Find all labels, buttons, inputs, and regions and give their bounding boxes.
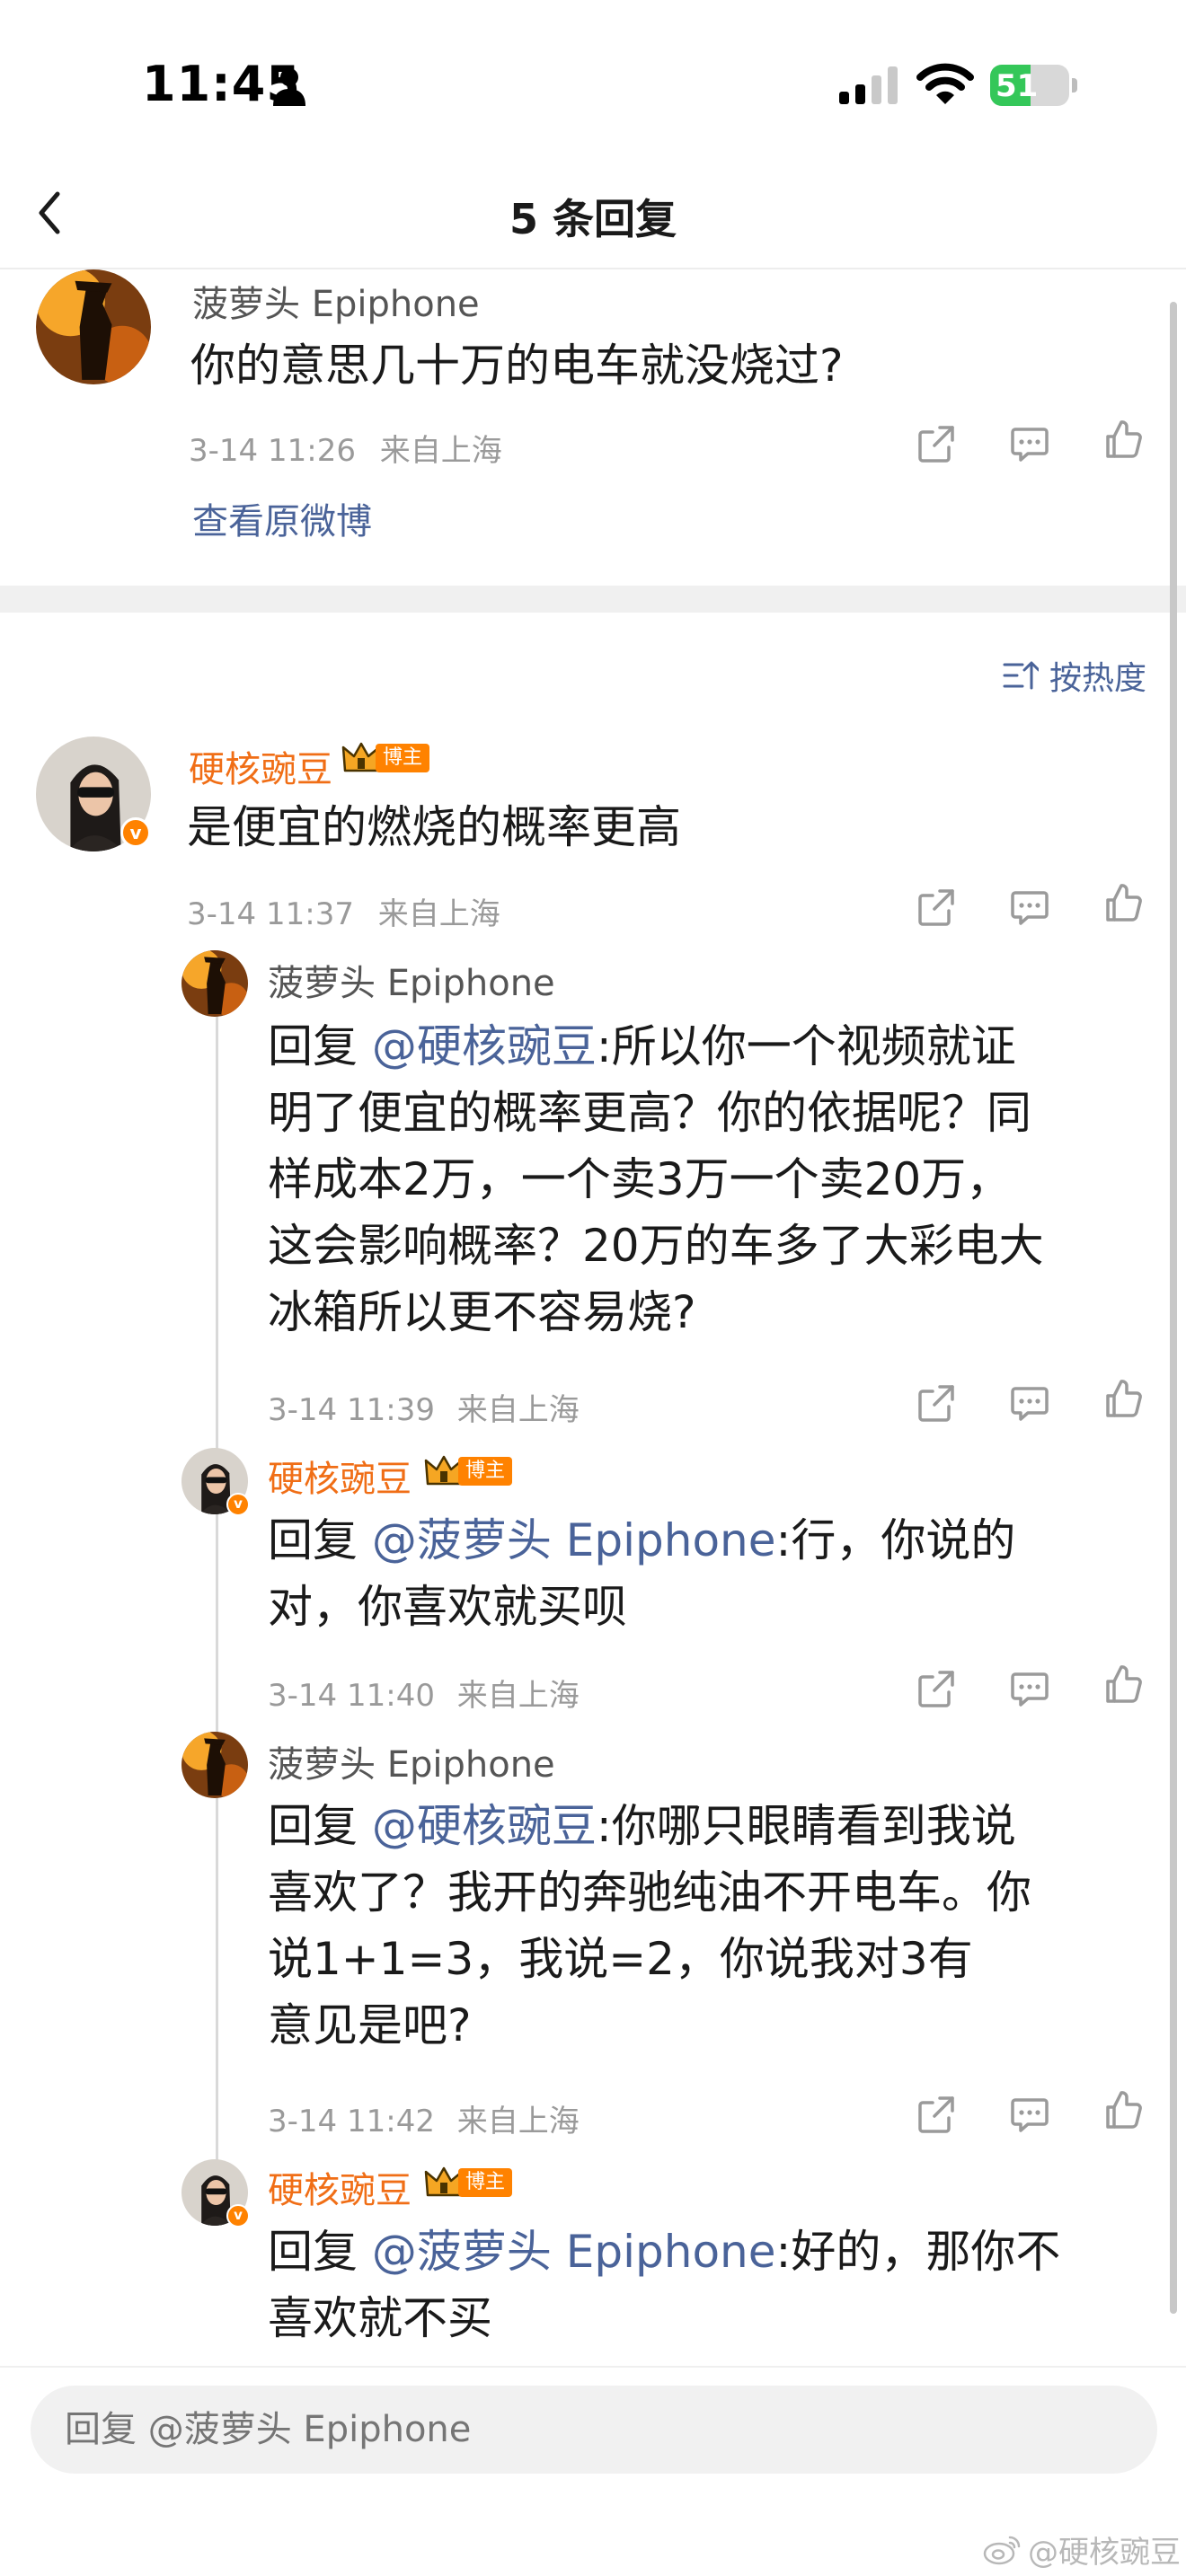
sub-reply-line: 回复 @菠萝头 Epiphone:行，你说的	[268, 1507, 1015, 1574]
avatar-epiphone[interactable]	[181, 950, 248, 1017]
thread-line	[216, 1010, 218, 2177]
share-icon[interactable]	[915, 886, 958, 929]
sub-reply-meta: 3-14 11:42 来自上海	[268, 2096, 580, 2140]
blogger-badge-label: 博主	[376, 744, 430, 772]
sub-reply-location: 来自上海	[456, 1678, 580, 1714]
battery-indicator: 51	[990, 65, 1077, 106]
root-comment-time: 3-14 11:26	[189, 433, 356, 469]
reply-line: 冰箱所以更不容易烧?	[268, 1286, 696, 1338]
mention-link[interactable]: @硬核豌豆	[372, 1020, 597, 1072]
comment-icon[interactable]	[1008, 422, 1051, 465]
blogger-badge: 博主	[424, 2166, 513, 2199]
mention-link[interactable]: @菠萝头 Epiphone	[372, 2226, 776, 2278]
reply-line: 明了便宜的概率更高？你的依据呢？同	[268, 1087, 1031, 1139]
reply-line: 样成本2万，一个卖3万一个卖20万，	[268, 1153, 1012, 1205]
reply-username[interactable]: 硬核豌豆	[189, 740, 332, 792]
like-icon[interactable]	[1102, 882, 1145, 925]
reply-line: 这会影响概率？20万的车多了大彩电大	[268, 1220, 1044, 1272]
watermark: @硬核豌豆	[983, 2527, 1181, 2572]
root-comment-location: 来自上海	[379, 433, 502, 469]
battery-level: 51	[996, 68, 1039, 104]
sub-reply-username[interactable]: 菠萝头 Epiphone	[268, 954, 555, 1006]
reply-line: 意见是吧?	[268, 1999, 472, 2051]
sub-reply-line: 回复 @硬核豌豆:所以你一个视频就证	[268, 1013, 1044, 1080]
root-comment-text: 你的意思几十万的电车就没烧过?	[190, 340, 844, 392]
sub-reply-line: 回复 @菠萝头 Epiphone:好的，那你不	[268, 2219, 1060, 2285]
reply-line: :你哪只眼睛看到我说	[596, 1800, 1016, 1852]
view-original-link[interactable]: 查看原微博	[192, 492, 372, 544]
wifi-icon	[916, 63, 974, 104]
sort-label: 按热度	[1049, 660, 1147, 697]
share-icon[interactable]	[915, 1667, 958, 1710]
mention-link[interactable]: @硬核豌豆	[372, 1800, 597, 1852]
reply-input-bar: @硬核豌豆	[0, 2366, 1186, 2576]
sub-reply-text: 回复 @硬核豌豆:所以你一个视频就证 明了便宜的概率更高？你的依据呢？同 样成本…	[268, 1013, 1044, 1345]
sub-reply-username[interactable]: 硬核豌豆	[268, 2161, 412, 2213]
root-comment-meta: 3-14 11:26 来自上海	[189, 426, 502, 470]
sub-reply-username[interactable]: 硬核豌豆	[268, 1450, 412, 1502]
reply-line: 喜欢就不买	[268, 2292, 492, 2344]
sub-reply-text: 回复 @菠萝头 Epiphone:好的，那你不 喜欢就不买	[268, 2219, 1060, 2351]
blogger-badge-label: 博主	[458, 2168, 513, 2197]
reply-input[interactable]	[31, 2386, 1157, 2474]
cellular-signal-icon	[839, 66, 898, 104]
watermark-text: @硬核豌豆	[1028, 2535, 1181, 2571]
reply-line: :好的，那你不	[775, 2226, 1061, 2278]
sub-reply-line: 回复 @硬核豌豆:你哪只眼睛看到我说	[268, 1793, 1031, 1859]
sub-reply-text: 回复 @硬核豌豆:你哪只眼睛看到我说 喜欢了？我开的奔驰纯油不开电车。你 说1+…	[268, 1793, 1031, 2059]
share-icon[interactable]	[915, 422, 958, 465]
reply-location: 来自上海	[377, 896, 500, 932]
reply-time: 3-14 11:37	[187, 896, 354, 932]
sub-reply-location: 来自上海	[456, 2104, 580, 2139]
reply-prefix: 回复	[268, 1020, 372, 1072]
reply-line: :所以你一个视频就证	[596, 1020, 1016, 1072]
like-icon[interactable]	[1102, 1378, 1145, 1421]
verified-badge-icon: v	[120, 817, 151, 848]
status-bar: 11:45 51	[0, 0, 1186, 162]
verified-badge-icon: v	[226, 2204, 250, 2228]
root-username[interactable]: 菠萝头 Epiphone	[192, 275, 480, 327]
avatar-epiphone[interactable]	[36, 269, 151, 384]
page-title: 5 条回复	[509, 195, 677, 243]
comment-icon[interactable]	[1008, 886, 1051, 929]
person-icon	[273, 68, 305, 106]
reply-line: 喜欢了？我开的奔驰纯油不开电车。你	[268, 1866, 1031, 1919]
weibo-logo-icon	[983, 2536, 1021, 2564]
blogger-badge: 博主	[341, 742, 430, 774]
section-divider	[0, 586, 1186, 613]
like-icon[interactable]	[1102, 2089, 1145, 2132]
reply-meta: 3-14 11:37 来自上海	[187, 889, 500, 933]
reply-text: 是便宜的燃烧的概率更高	[187, 801, 681, 853]
scrollbar[interactable]	[1170, 302, 1177, 2314]
sub-reply-location: 来自上海	[456, 1392, 580, 1428]
nav-bar: 5 条回复	[0, 162, 1186, 269]
sort-by-hot-button[interactable]: 按热度	[1003, 652, 1146, 699]
mention-link[interactable]: @菠萝头 Epiphone	[372, 1514, 776, 1566]
reply-line: :行，你说的	[775, 1514, 1016, 1566]
sub-reply-meta: 3-14 11:40 来自上海	[268, 1671, 580, 1715]
comment-icon[interactable]	[1008, 2093, 1051, 2136]
sort-icon	[1003, 661, 1039, 690]
sub-reply-time: 3-14 11:39	[268, 1392, 435, 1428]
share-icon[interactable]	[915, 1381, 958, 1425]
comment-icon[interactable]	[1008, 1381, 1051, 1425]
reply-prefix: 回复	[268, 2226, 372, 2278]
share-icon[interactable]	[915, 2093, 958, 2136]
blogger-badge: 博主	[424, 1455, 513, 1487]
reply-prefix: 回复	[268, 1800, 372, 1852]
verified-badge-icon: v	[226, 1493, 250, 1516]
like-icon[interactable]	[1102, 1663, 1145, 1707]
sub-reply-time: 3-14 11:40	[268, 1678, 435, 1714]
blogger-badge-label: 博主	[458, 1457, 513, 1486]
sub-reply-username[interactable]: 菠萝头 Epiphone	[268, 1735, 555, 1787]
reply-prefix: 回复	[268, 1514, 372, 1566]
avatar-epiphone[interactable]	[181, 1732, 248, 1798]
like-icon[interactable]	[1102, 419, 1145, 462]
reply-line: 说1+1=3，我说=2，你说我对3有	[268, 1933, 973, 1985]
sub-reply-time: 3-14 11:42	[268, 2104, 435, 2139]
sub-reply-text: 回复 @菠萝头 Epiphone:行，你说的 对，你喜欢就买呗	[268, 1507, 1015, 1640]
comment-icon[interactable]	[1008, 1667, 1051, 1710]
reply-line: 对，你喜欢就买呗	[268, 1581, 627, 1633]
sub-reply-meta: 3-14 11:39 来自上海	[268, 1385, 580, 1429]
